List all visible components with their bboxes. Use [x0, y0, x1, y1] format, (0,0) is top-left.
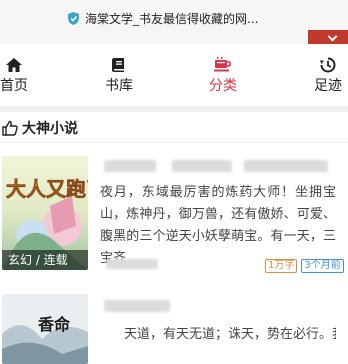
url-title: 海棠文学_书友最信得收藏的网...	[85, 12, 259, 26]
book-icon	[112, 58, 124, 72]
nav-history[interactable]: 足迹	[298, 56, 348, 95]
url-pill[interactable]: 海棠文学_书友最信得收藏的网...	[68, 10, 258, 27]
cover-title: 大人又跑了	[6, 177, 88, 201]
nav-library-label: 书库	[105, 78, 133, 94]
update-time-badge: 3个月前	[301, 259, 344, 273]
browser-url-bar[interactable]: 海棠文学_书友最信得收藏的网...	[0, 0, 348, 44]
nav-library[interactable]: 书库	[89, 56, 149, 95]
history-icon	[320, 57, 336, 73]
word-count-badge: 1万字	[265, 259, 298, 273]
red-menu-tab[interactable]	[308, 30, 348, 44]
cup-icon	[214, 57, 231, 72]
main-nav: 首页 书库 分类 足迹	[0, 56, 348, 104]
nav-home[interactable]: 首页	[0, 56, 44, 95]
section-header: 大神小说	[2, 118, 78, 138]
section-divider	[0, 106, 348, 112]
cover-title: 香命	[37, 315, 71, 334]
book-badges: 1万字 3个月前	[265, 259, 344, 273]
nav-history-label: 足迹	[314, 78, 342, 94]
nav-category[interactable]: 分类	[193, 56, 253, 95]
book-title-blurred[interactable]	[104, 160, 156, 172]
book-extra-blurred	[106, 259, 158, 269]
book-meta-blurred	[244, 160, 328, 172]
section-title: 大神小说	[22, 121, 78, 137]
nav-home-label: 首页	[0, 78, 28, 94]
book-title-blurred[interactable]	[104, 300, 170, 312]
book-description[interactable]: 夜月，东域最厉害的炼药大师！坐拥宝山，炼神丹，御万兽，还有傲娇、可爱、腹黑的三个…	[100, 182, 336, 270]
home-icon	[6, 58, 22, 72]
book-author-blurred	[172, 160, 232, 172]
cover-genre-tag: 玄幻 / 连载	[2, 250, 88, 270]
thumbs-up-icon	[2, 120, 18, 136]
book-description[interactable]: 天道，有天无道；诛天，势在必行。我	[124, 324, 336, 346]
cover-artwork: 香命	[2, 294, 88, 364]
nav-category-label: 分类	[209, 78, 237, 94]
header-rule	[0, 142, 348, 143]
book-cover[interactable]: 大人又跑了 玄幻 / 连载	[2, 156, 88, 270]
shield-icon	[68, 12, 79, 25]
book-cover[interactable]: 香命	[2, 294, 88, 364]
